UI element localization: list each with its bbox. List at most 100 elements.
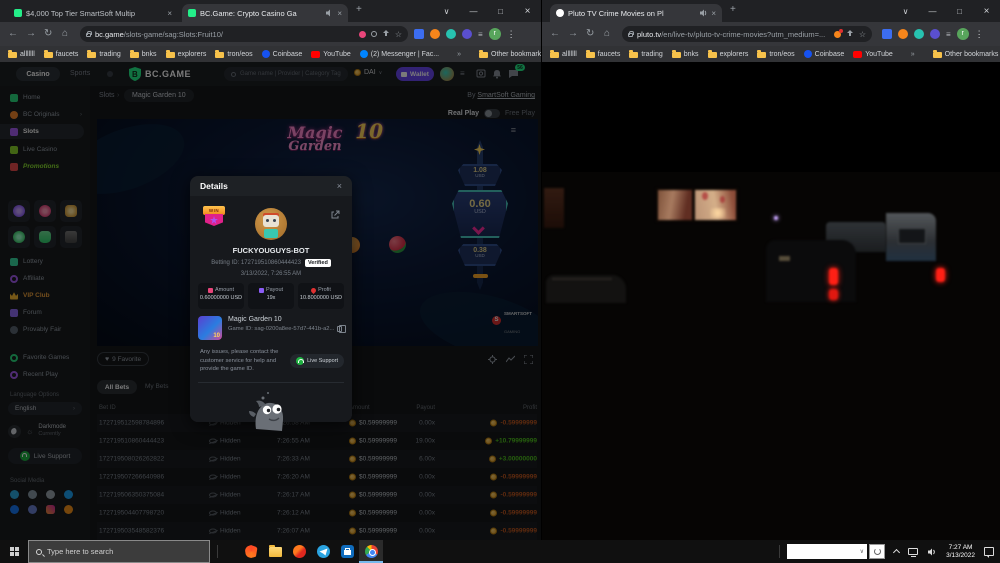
taskbar-search[interactable]: Type here to search bbox=[28, 540, 210, 563]
profile-avatar[interactable]: r bbox=[489, 28, 501, 40]
metamask-icon[interactable] bbox=[430, 29, 440, 39]
tab-close-icon[interactable]: × bbox=[711, 9, 716, 18]
live-support-button[interactable]: Live Support bbox=[290, 354, 344, 368]
password-key-icon[interactable] bbox=[359, 31, 366, 38]
action-center-icon[interactable] bbox=[984, 547, 994, 556]
tab-bcgame-active[interactable]: BC.Game: Crypto Casino Ga × bbox=[182, 4, 348, 22]
bookmark-youtube[interactable]: YouTube bbox=[311, 51, 351, 58]
taskbar-clock[interactable]: 7:27 AM 3/13/2022 bbox=[946, 544, 975, 560]
tab-close-icon[interactable]: × bbox=[167, 9, 172, 18]
reading-list-icon[interactable]: ≡ bbox=[478, 30, 483, 39]
close-button[interactable]: × bbox=[973, 0, 1000, 22]
bookmark-youtube[interactable]: YouTube bbox=[853, 51, 893, 58]
tab-close-icon[interactable]: × bbox=[337, 9, 342, 18]
bookmark-folder[interactable]: alllllll bbox=[550, 51, 577, 58]
address-bar[interactable]: pluto.tv/en/live-tv/pluto-tv-crime-movie… bbox=[622, 26, 872, 42]
hidden-icons-chevron[interactable] bbox=[894, 548, 899, 555]
address-bar[interactable]: bc.game/slots-game/sag:Slots:Fruit10/ ☆ bbox=[80, 26, 408, 42]
divider bbox=[217, 545, 218, 558]
forward-icon[interactable]: → bbox=[568, 27, 578, 41]
bookmark-star-icon[interactable]: ☆ bbox=[395, 30, 402, 39]
metamask-icon[interactable] bbox=[898, 29, 908, 39]
bookmark-star-icon[interactable]: ☆ bbox=[859, 30, 866, 39]
extension-icon-teal[interactable] bbox=[914, 29, 924, 39]
share-icon[interactable] bbox=[331, 210, 340, 219]
home-icon[interactable]: ⌂ bbox=[62, 27, 68, 41]
tab-search-chevron[interactable]: ∨ bbox=[892, 0, 919, 22]
home-icon[interactable]: ⌂ bbox=[604, 27, 610, 41]
bookmark-folder[interactable]: alllllll bbox=[8, 51, 35, 58]
bookmark-folder[interactable]: faucets bbox=[44, 51, 79, 58]
taskbar-store[interactable] bbox=[335, 540, 359, 563]
forward-icon[interactable]: → bbox=[26, 27, 36, 41]
reading-list-icon[interactable]: ≡ bbox=[946, 30, 951, 39]
taskbar-file-explorer[interactable] bbox=[263, 540, 287, 563]
modal-game-row[interactable]: Magic Garden 10 Game ID: sag-0200a8ee-57… bbox=[198, 316, 344, 342]
share-icon[interactable] bbox=[846, 30, 854, 38]
bookmark-coinbase[interactable]: Coinbase bbox=[262, 50, 303, 58]
tab-title: BC.Game: Crypto Casino Ga bbox=[200, 9, 321, 18]
reload-icon[interactable]: ↻ bbox=[586, 27, 594, 41]
tab-smartsoft-promo[interactable]: $4,000 Top Tier SmartSoft Multip × bbox=[8, 4, 178, 22]
bookmarks-overflow-icon[interactable]: » bbox=[911, 51, 915, 58]
extension-icon-purple[interactable] bbox=[930, 29, 940, 39]
minimize-button[interactable]: — bbox=[460, 0, 487, 22]
bookmark-folder[interactable]: bnks bbox=[130, 51, 157, 58]
back-icon[interactable]: ← bbox=[550, 27, 560, 41]
bookmark-folder[interactable]: trading bbox=[629, 51, 662, 58]
reload-icon[interactable]: ↻ bbox=[44, 27, 52, 41]
bookmark-folder[interactable]: tron/eos bbox=[757, 51, 794, 58]
taskbar-telegram[interactable] bbox=[311, 540, 335, 563]
back-icon[interactable]: ← bbox=[8, 27, 18, 41]
tray-widget-button[interactable] bbox=[869, 544, 885, 559]
bookmark-folder[interactable]: tron/eos bbox=[215, 51, 252, 58]
tab-audio-icon[interactable] bbox=[325, 9, 333, 17]
other-bookmarks[interactable]: Other bookmarks bbox=[479, 51, 545, 58]
bookmark-coinbase[interactable]: Coinbase bbox=[804, 50, 845, 58]
new-tab-button[interactable]: + bbox=[730, 4, 736, 15]
extension-icon-blue[interactable] bbox=[414, 29, 424, 39]
folder-icon bbox=[44, 52, 53, 58]
taskbar-chrome-active[interactable] bbox=[359, 540, 383, 563]
extension-icon-blue[interactable] bbox=[882, 29, 892, 39]
taskbar-app-red[interactable] bbox=[287, 540, 311, 563]
bookmark-folder[interactable]: trading bbox=[87, 51, 120, 58]
taskbar-brave[interactable] bbox=[239, 540, 263, 563]
bookmark-folder[interactable]: explorers bbox=[166, 51, 207, 58]
copy-icon[interactable] bbox=[337, 326, 342, 332]
folder-icon bbox=[708, 52, 717, 58]
extension-badge-icon[interactable] bbox=[834, 31, 841, 38]
start-button[interactable] bbox=[0, 540, 28, 563]
volume-icon[interactable] bbox=[927, 547, 937, 557]
close-icon[interactable]: × bbox=[337, 181, 342, 191]
profile-avatar[interactable]: r bbox=[957, 28, 969, 40]
tab-search-chevron[interactable]: ∨ bbox=[433, 0, 460, 22]
bookmark-messenger[interactable]: (2) Messenger | Fac... bbox=[360, 50, 439, 58]
chrome-menu-icon[interactable]: ⋮ bbox=[507, 29, 516, 40]
minimize-button[interactable]: — bbox=[919, 0, 946, 22]
pluto-video-player[interactable] bbox=[542, 62, 1000, 540]
network-icon[interactable] bbox=[908, 548, 918, 555]
other-bookmarks[interactable]: Other bookmarks bbox=[933, 51, 999, 58]
bookmark-folder[interactable]: bnks bbox=[672, 51, 699, 58]
bookmark-folder[interactable]: faucets bbox=[586, 51, 621, 58]
new-tab-button[interactable]: + bbox=[356, 4, 362, 15]
maximize-button[interactable]: □ bbox=[487, 0, 514, 22]
bookmark-folder[interactable]: explorers bbox=[708, 51, 749, 58]
verified-badge[interactable]: Verified bbox=[305, 259, 331, 267]
close-button[interactable]: × bbox=[514, 0, 541, 22]
ssl-lock-icon[interactable] bbox=[628, 33, 633, 37]
chrome-menu-icon[interactable]: ⋮ bbox=[975, 29, 984, 40]
maximize-button[interactable]: □ bbox=[946, 0, 973, 22]
search-this-icon[interactable] bbox=[371, 31, 377, 37]
player-avatar[interactable] bbox=[255, 208, 287, 240]
rv-window bbox=[898, 228, 926, 244]
share-icon[interactable] bbox=[382, 30, 390, 38]
tab-audio-icon[interactable] bbox=[699, 9, 707, 17]
ssl-lock-icon[interactable] bbox=[86, 33, 91, 37]
tray-search-widget[interactable]: ∨ bbox=[787, 544, 867, 559]
extension-icon-purple[interactable] bbox=[462, 29, 472, 39]
extension-icon-teal[interactable] bbox=[446, 29, 456, 39]
bookmarks-overflow-icon[interactable]: » bbox=[457, 51, 461, 58]
tab-pluto-active[interactable]: Pluto TV Crime Movies on Pl × bbox=[550, 4, 722, 22]
